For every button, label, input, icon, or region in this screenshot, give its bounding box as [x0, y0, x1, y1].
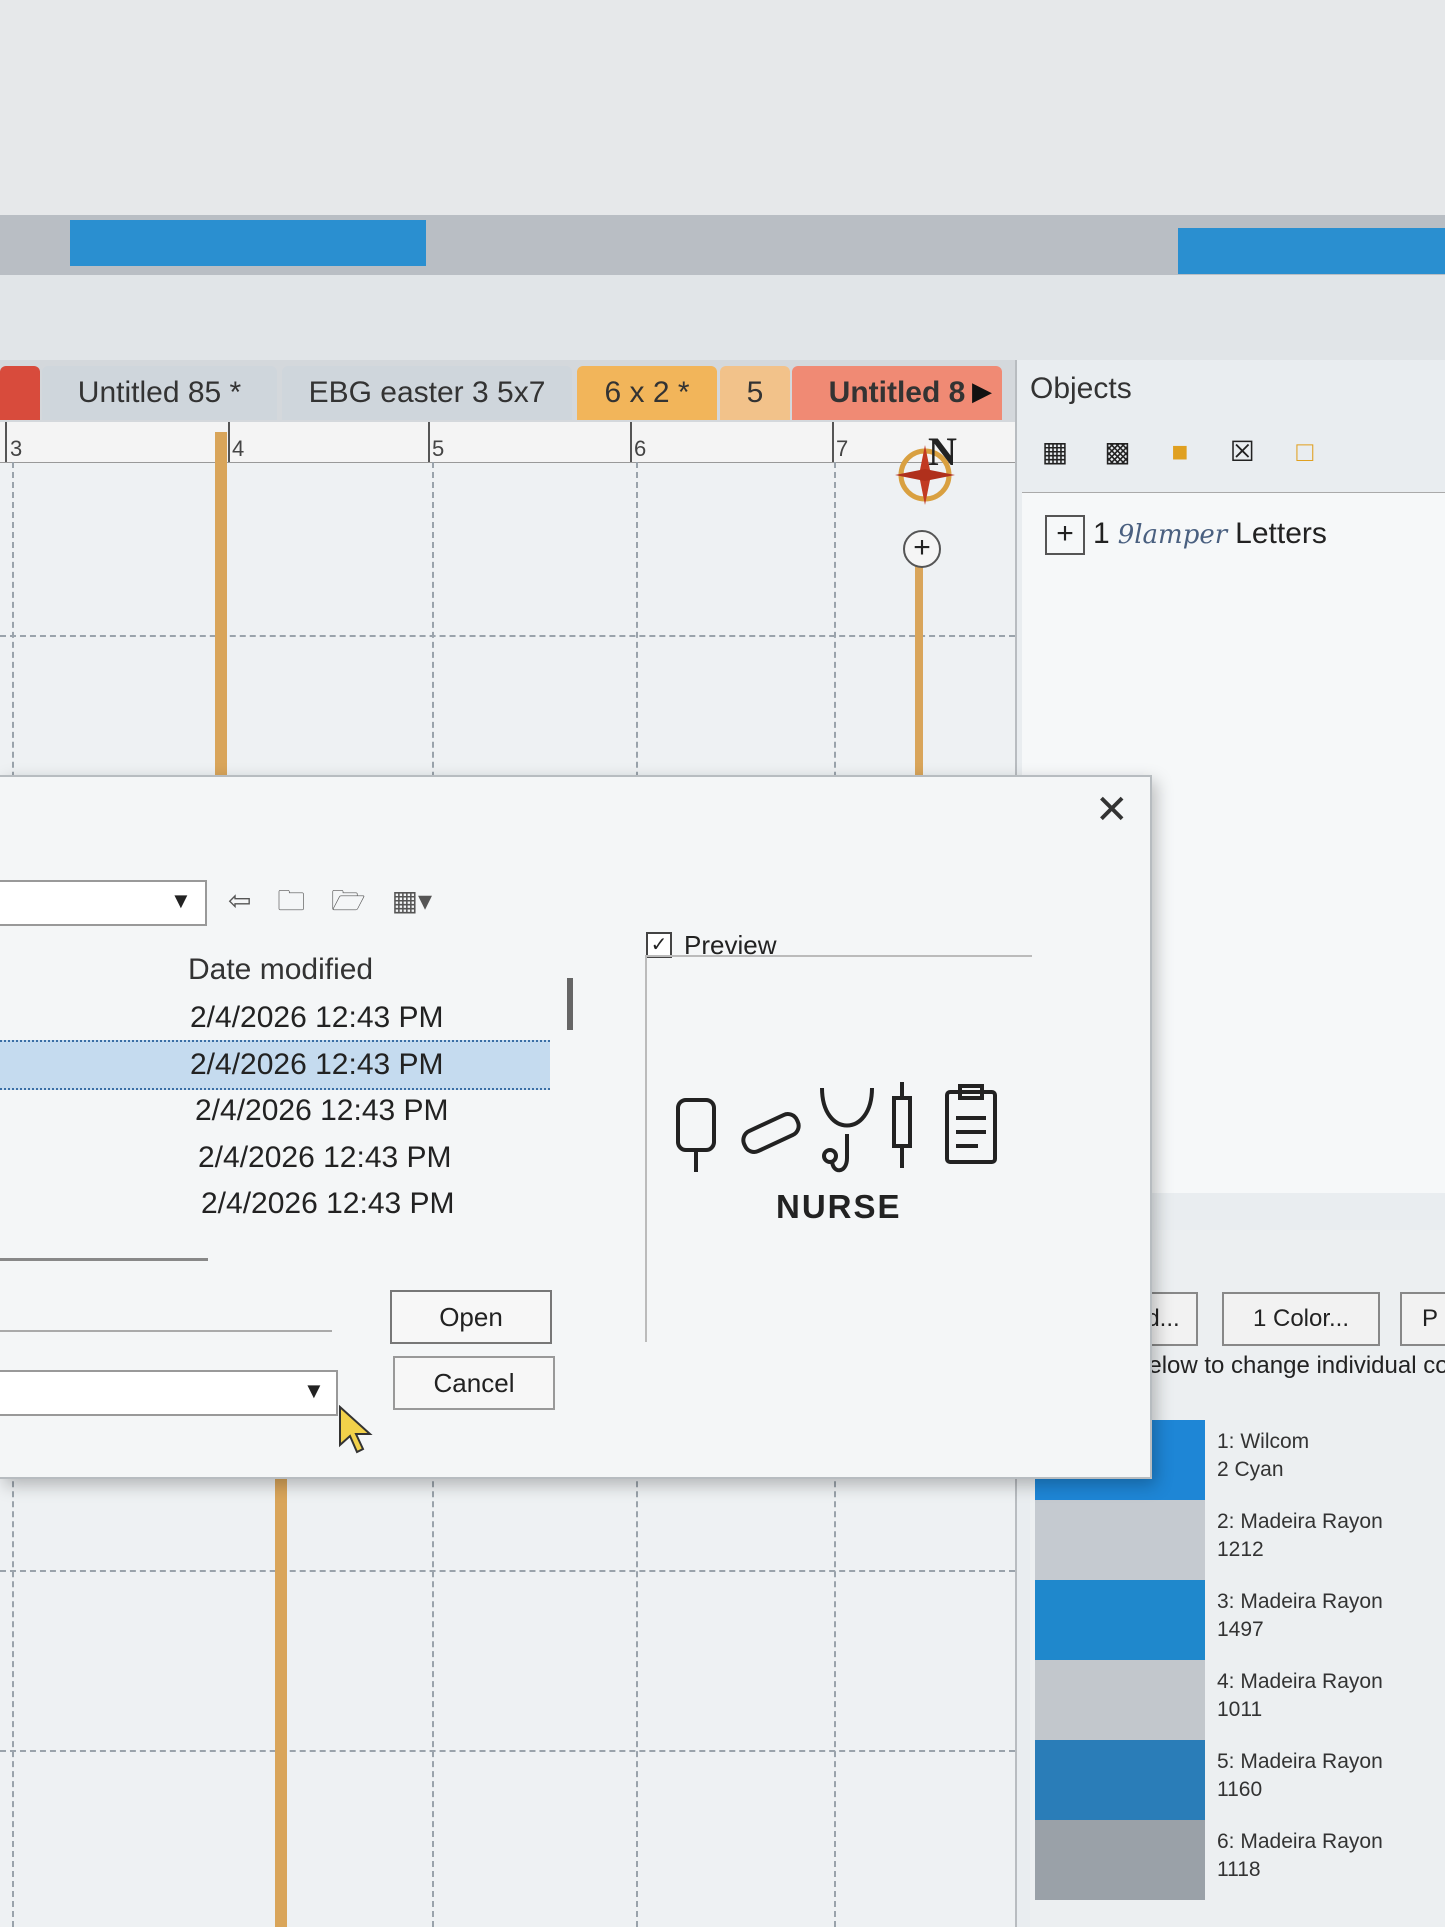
preview-design-text: NURSE: [776, 1188, 902, 1225]
color-swatch[interactable]: [1035, 1820, 1205, 1900]
toolbar-band-right: [1178, 228, 1445, 274]
color-name: 6: Madeira Rayon: [1217, 1830, 1383, 1853]
file-row[interactable]: 2/4/2026 12:43 PM: [0, 1181, 550, 1227]
color-code: 1011: [1217, 1698, 1263, 1721]
grid-line: [0, 635, 1015, 637]
tab-5[interactable]: 5: [720, 366, 790, 420]
file-date: 2/4/2026 12:43 PM: [195, 1094, 449, 1127]
hoop-edge-left: [215, 432, 227, 782]
hoop-edge-left-lower: [275, 1470, 287, 1927]
color-code: 1212: [1217, 1538, 1264, 1561]
cancel-button[interactable]: Cancel: [393, 1356, 555, 1410]
ruler-label: 3: [10, 436, 23, 461]
file-row-selected[interactable]: 2/4/2026 12:43 PM: [0, 1040, 550, 1090]
ruler-label: 6: [634, 436, 647, 461]
file-row[interactable]: 2/4/2026 12:43 PM: [0, 1088, 550, 1134]
mouse-cursor-icon: [339, 1405, 373, 1454]
file-date: 2/4/2026 12:43 PM: [190, 1048, 444, 1081]
color-name: 4: Madeira Rayon: [1217, 1670, 1383, 1693]
color-row[interactable]: 2: Madeira Rayon 1212: [1035, 1500, 1445, 1580]
ruler-tick: [832, 422, 834, 462]
ruler-tick: [630, 422, 632, 462]
chevron-down-icon[interactable]: ▼: [303, 1378, 325, 1404]
file-date: 2/4/2026 12:43 PM: [190, 1001, 444, 1034]
hoop-edge-right: [915, 565, 923, 780]
color-swatch[interactable]: [1035, 1740, 1205, 1820]
chevron-right-icon[interactable]: ▶: [972, 376, 992, 407]
grid-line: [0, 1750, 1015, 1752]
tab-6x2[interactable]: 6 x 2 *: [577, 366, 717, 420]
color-row[interactable]: 6: Madeira Rayon 1118: [1035, 1820, 1445, 1900]
color-p-button[interactable]: P: [1400, 1292, 1445, 1346]
desktop-background: [0, 0, 1445, 215]
zoom-plus-icon[interactable]: +: [903, 530, 941, 568]
file-row[interactable]: 2/4/2026 12:43 PM: [0, 1135, 550, 1181]
column-header-date-modified[interactable]: Date modified: [188, 953, 373, 987]
back-arrow-icon[interactable]: ⇦: [228, 884, 251, 917]
color-swatch[interactable]: [1035, 1580, 1205, 1660]
close-icon[interactable]: ✕: [1095, 787, 1129, 833]
color-count-button[interactable]: 1 Color...: [1222, 1292, 1380, 1346]
ruler-tick: [428, 422, 430, 462]
object-item-letters[interactable]: +1 9lamper Letters: [1045, 515, 1327, 555]
color-swatch[interactable]: [1035, 1500, 1205, 1580]
grid-line: [0, 1570, 1015, 1572]
ungroup-icon[interactable]: ▩: [1097, 432, 1137, 472]
color-code: 1497: [1217, 1618, 1264, 1641]
ruler-tick: [228, 422, 230, 462]
color-row[interactable]: 5: Madeira Rayon 1160: [1035, 1740, 1445, 1820]
up-folder-icon[interactable]: 🗀: [277, 880, 305, 928]
nurse-design-preview: [676, 1082, 997, 1173]
ruler-label: 5: [432, 436, 445, 461]
expand-icon[interactable]: +: [1045, 515, 1085, 555]
color-name: 5: Madeira Rayon: [1217, 1750, 1383, 1773]
color-name: 3: Madeira Rayon: [1217, 1590, 1383, 1613]
navigation-toolbar: ⇦ 🗀 🗁 ▦▾: [228, 880, 450, 928]
ruler-label: 4: [232, 436, 245, 461]
color-code: 2 Cyan: [1217, 1458, 1284, 1481]
document-tabs: Untitled 85 * EBG easter 3 5x7 6 x 2 * 5…: [0, 360, 1015, 422]
objects-toolbar: ▦ ▩ ■ ☒ □: [1035, 432, 1343, 482]
view-menu-icon[interactable]: ▦▾: [392, 884, 433, 917]
compass-north-label: N: [928, 429, 957, 474]
tab-partial[interactable]: [0, 366, 40, 420]
horizontal-scrollbar[interactable]: [0, 1258, 208, 1261]
file-date: 2/4/2026 12:43 PM: [198, 1141, 452, 1174]
toolbar-area: [0, 275, 1445, 362]
tab-untitled-85[interactable]: Untitled 85 *: [42, 366, 277, 420]
color-swatch[interactable]: [1035, 1660, 1205, 1740]
color-name: 1: Wilcom: [1217, 1430, 1310, 1453]
chevron-down-icon[interactable]: ▼: [170, 888, 192, 914]
color-name: 2: Madeira Rayon: [1217, 1510, 1383, 1533]
scrollbar-thumb[interactable]: [567, 978, 573, 1030]
cross-box-icon[interactable]: ☒: [1222, 432, 1262, 472]
horizontal-ruler: 3 4 5 6 7: [0, 422, 1015, 463]
color-row[interactable]: 3: Madeira Rayon 1497: [1035, 1580, 1445, 1660]
object-index: 1: [1093, 517, 1110, 550]
group-icon[interactable]: ▦: [1035, 432, 1075, 472]
color-row[interactable]: 4: Madeira Rayon 1011: [1035, 1660, 1445, 1740]
objects-title: Objects: [1030, 372, 1132, 405]
file-name-field[interactable]: [0, 1290, 332, 1332]
tab-ebg-easter[interactable]: EBG easter 3 5x7: [282, 366, 572, 420]
file-row[interactable]: 2/4/2026 12:43 PM: [0, 995, 550, 1041]
color-hint: below to change individual co: [1135, 1352, 1445, 1379]
file-type-combo[interactable]: [0, 1370, 338, 1416]
lock-icon[interactable]: ■: [1160, 432, 1200, 472]
open-button[interactable]: Open: [390, 1290, 552, 1344]
ruler-label: 7: [836, 436, 849, 461]
tab-untitled-8[interactable]: Untitled 8: [792, 366, 1002, 420]
new-folder-icon[interactable]: 🗁: [331, 880, 366, 928]
unlock-icon[interactable]: □: [1285, 432, 1325, 472]
ruler-tick: [5, 422, 7, 462]
file-date: 2/4/2026 12:43 PM: [201, 1187, 455, 1220]
color-code: 1160: [1217, 1778, 1263, 1801]
toolbar-band-left: [70, 220, 426, 266]
object-preview: 9lamper: [1117, 520, 1228, 550]
object-name: Letters: [1235, 517, 1327, 550]
color-code: 1118: [1217, 1858, 1261, 1881]
